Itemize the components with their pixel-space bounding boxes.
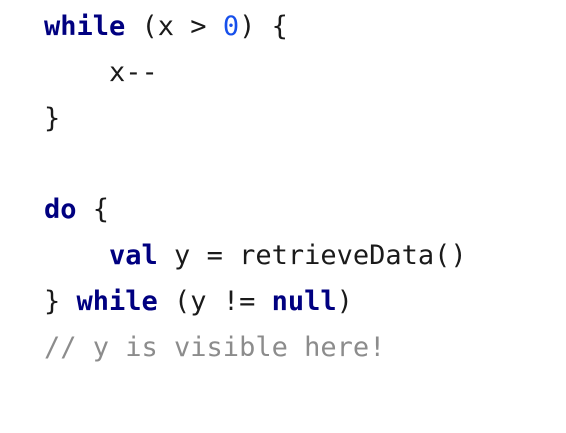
code-line-5: do {: [44, 187, 467, 233]
code-text: y = retrieveData(): [157, 239, 467, 271]
code-text: ) {: [239, 11, 288, 42]
code-text: {: [76, 194, 110, 226]
code-line-8: // y is visible here!: [44, 325, 467, 371]
code-comment: // y is visible here!: [44, 331, 386, 363]
code-text: }: [44, 102, 61, 134]
code-line-6: val y = retrieveData(): [44, 233, 467, 279]
code-line-1: while (x > 0) {: [44, 4, 467, 50]
code-text: }: [44, 285, 77, 317]
keyword-while: while: [76, 285, 158, 317]
code-line-2: x--: [44, 50, 467, 96]
code-line-4-blank: [44, 141, 467, 187]
code-line-7: } while (y != null): [44, 279, 467, 325]
keyword-do: do: [44, 194, 77, 226]
code-text: x--: [109, 56, 158, 88]
code-line-3: }: [44, 96, 467, 142]
keyword-while: while: [44, 11, 126, 42]
code-text: (y !=: [157, 285, 272, 317]
code-text: (x >: [125, 11, 223, 42]
keyword-null: null: [271, 285, 337, 317]
code-block: while (x > 0) {x--} do {val y = retrieveD…: [44, 4, 467, 370]
number-literal: 0: [222, 11, 240, 42]
keyword-val: val: [109, 239, 158, 271]
code-text: ): [336, 285, 353, 317]
